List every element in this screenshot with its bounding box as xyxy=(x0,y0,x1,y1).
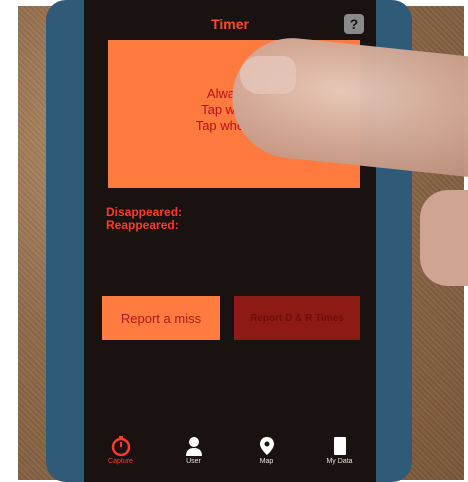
timer-labels: Disappeared: Reappeared: xyxy=(106,206,182,232)
tab-bar: Capture User Map My Data xyxy=(84,432,376,482)
tab-label-user: User xyxy=(186,458,201,465)
document-icon xyxy=(333,437,346,455)
tab-label-my-data: My Data xyxy=(326,458,353,465)
nav-bar: Timer ? xyxy=(84,10,376,38)
fingernail-overlay xyxy=(240,56,296,94)
tab-user[interactable]: User xyxy=(164,432,224,465)
user-icon xyxy=(185,437,202,456)
tab-label-capture: Capture xyxy=(108,458,133,465)
tab-capture[interactable]: Capture xyxy=(91,432,151,465)
page-title: Timer xyxy=(211,16,249,32)
stopwatch-icon xyxy=(111,436,130,456)
report-miss-button[interactable]: Report a miss xyxy=(102,296,220,340)
report-dr-times-button[interactable]: Report D & R Times xyxy=(234,296,360,340)
thumb-overlay xyxy=(420,190,468,286)
help-button[interactable]: ? xyxy=(344,14,364,34)
reappeared-label: Reappeared: xyxy=(106,218,179,232)
tab-my-data[interactable]: My Data xyxy=(310,432,370,465)
tab-map[interactable]: Map xyxy=(237,432,297,465)
map-pin-icon xyxy=(259,437,274,455)
tab-label-map: Map xyxy=(259,458,274,465)
